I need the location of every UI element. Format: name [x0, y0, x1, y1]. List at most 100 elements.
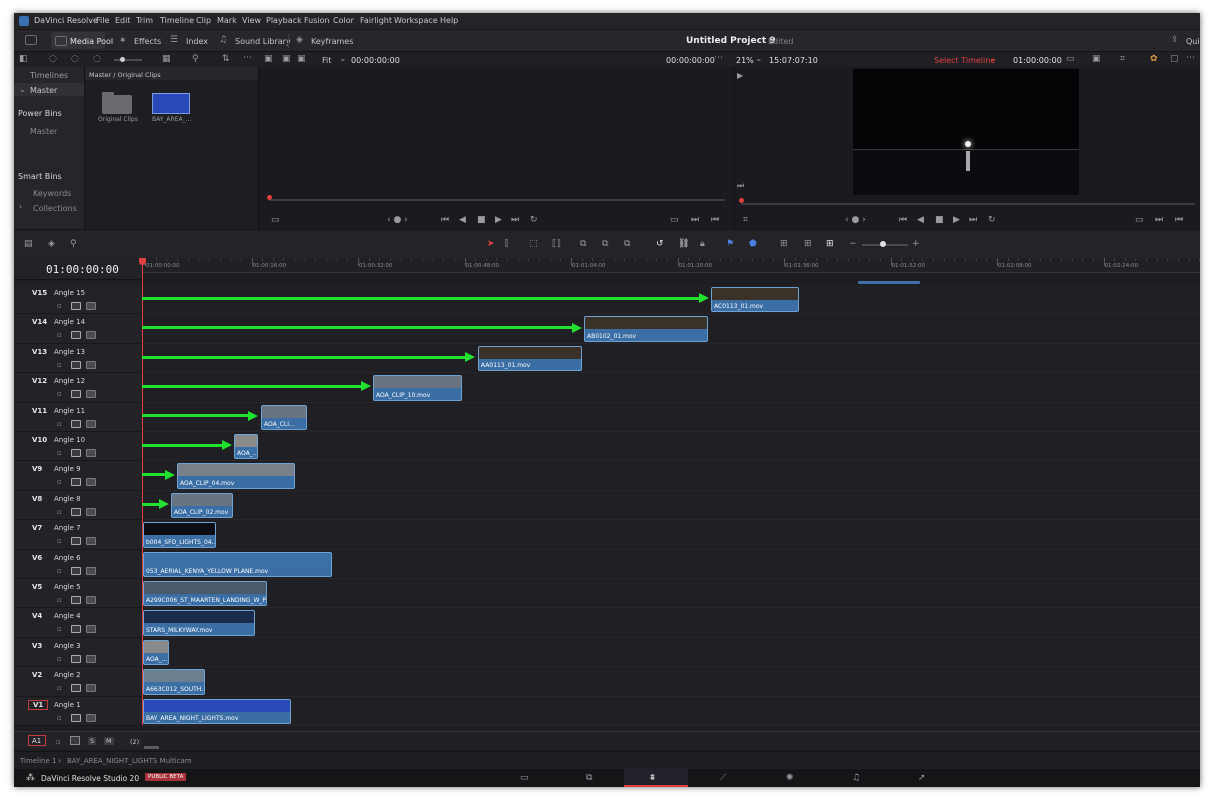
blade-tool-icon[interactable]: ⟦⟧: [552, 239, 561, 249]
timeline-jog-icon[interactable]: ‹ ● ›: [845, 215, 866, 225]
timeline-clip[interactable]: AA0113_01.mov: [478, 345, 582, 372]
timeline-clip[interactable]: AOA_CLIP_02.mov: [171, 492, 233, 519]
snapping-icon[interactable]: ↺: [656, 239, 664, 249]
clip-thumbnail[interactable]: [152, 93, 190, 114]
transform-icon[interactable]: ⌗: [1120, 54, 1125, 64]
track-id[interactable]: V13: [32, 348, 47, 356]
track-visibility-icon[interactable]: [86, 478, 96, 487]
track-visibility-icon[interactable]: [86, 302, 96, 310]
track-visibility-icon[interactable]: [86, 360, 96, 369]
audio-waveform-icon[interactable]: ◈: [48, 239, 55, 249]
track-name[interactable]: Angle 2: [54, 671, 81, 679]
lock-icon[interactable]: ▫: [57, 713, 62, 723]
viewer-side-end-icon[interactable]: ⏭: [737, 181, 744, 191]
track-visibility-icon[interactable]: [86, 684, 96, 693]
timeline-clip[interactable]: AOA_CLI...: [261, 404, 307, 430]
zoom-dropdown[interactable]: 21%: [736, 56, 754, 65]
lock-icon[interactable]: ▫: [57, 477, 62, 487]
lock-icon[interactable]: ▫: [57, 360, 62, 370]
track-name[interactable]: Angle 7: [54, 524, 81, 532]
trim-tool-icon[interactable]: ⫿: [505, 239, 508, 249]
page-fusion[interactable]: ⟋: [690, 769, 754, 787]
audio-mute-button[interactable]: M: [104, 737, 114, 745]
grid-view-icon[interactable]: ▦: [162, 54, 171, 64]
timeline-viewer-options-icon[interactable]: ⌗: [743, 215, 748, 225]
keyframes-tab[interactable]: Keyframes: [311, 37, 353, 46]
lock-icon[interactable]: ▫: [57, 448, 62, 458]
viewer-mode-icon[interactable]: ▣: [264, 54, 273, 64]
smart-bin-icon[interactable]: ◌: [93, 54, 101, 64]
viewer-mode3-icon[interactable]: ▣: [297, 54, 306, 64]
track-id[interactable]: V14: [32, 318, 47, 326]
timeline-go-end-icon[interactable]: ⏭: [969, 215, 977, 225]
auto-select-icon[interactable]: [71, 419, 81, 428]
fit-dropdown[interactable]: Fit: [322, 56, 331, 65]
select-timeline-dropdown[interactable]: Select Timeline: [934, 56, 995, 65]
page-media[interactable]: ▭: [492, 769, 556, 787]
source-stop-icon[interactable]: ■: [477, 215, 486, 225]
marker-icon[interactable]: ⬟: [749, 239, 757, 249]
auto-select-icon[interactable]: [71, 449, 81, 457]
track-name[interactable]: Angle 8: [54, 495, 81, 503]
track-visibility-icon[interactable]: [86, 566, 96, 575]
timeline-clip[interactable]: AC0113_01.mov: [711, 287, 799, 313]
menu-workspace[interactable]: Workspace: [394, 16, 438, 25]
color-icon[interactable]: ✿: [1150, 54, 1158, 64]
track-id[interactable]: V15: [32, 289, 47, 297]
more-options-icon[interactable]: ⋯: [243, 53, 252, 63]
dynamic-trim-icon[interactable]: ⬚: [529, 239, 538, 249]
timeline-mark-out-icon[interactable]: ⏭: [1155, 215, 1163, 225]
audio-lock-icon[interactable]: ▫: [56, 737, 61, 747]
timeline-stop-icon[interactable]: ■: [935, 215, 944, 225]
page-fairlight[interactable]: ♫: [822, 769, 886, 787]
track-name[interactable]: Angle 6: [54, 554, 81, 562]
timeline-view-options-icon[interactable]: ▤: [24, 239, 33, 249]
linked-selection-icon[interactable]: ⛓: [678, 239, 689, 249]
track-name[interactable]: Angle 11: [54, 407, 85, 415]
track-id[interactable]: V2: [32, 671, 42, 679]
source-go-start-icon[interactable]: ⏮: [441, 215, 449, 225]
timeline-clip[interactable]: A299C006_ST_MAARTEN_LANDING_W_P...: [143, 581, 267, 607]
power-bin-icon[interactable]: ◌: [71, 54, 79, 64]
track-name[interactable]: Angle 5: [54, 583, 81, 591]
timeline-match-frame-icon[interactable]: ▭: [1135, 215, 1144, 225]
horizontal-scrollbar[interactable]: [144, 746, 159, 749]
auto-select-icon[interactable]: [71, 713, 81, 722]
breadcrumb-timeline[interactable]: Timeline 1: [20, 757, 56, 765]
source-playhead-icon[interactable]: [267, 195, 272, 200]
search-icon[interactable]: ⚲: [192, 54, 199, 64]
insert-clip-icon[interactable]: ⧉: [580, 239, 586, 249]
timeline-playhead-icon[interactable]: [739, 198, 744, 203]
app-menu[interactable]: DaVinci Resolve: [34, 16, 98, 25]
bin-options-icon[interactable]: ◌: [49, 54, 57, 64]
viewer-mode2-icon[interactable]: ▣: [282, 54, 291, 64]
zoom-custom-icon[interactable]: ⊞: [826, 239, 834, 249]
audio-monitor-icon[interactable]: [70, 736, 80, 745]
page-edit[interactable]: ⩩: [624, 769, 688, 787]
lock-icon[interactable]: ▫: [57, 566, 62, 576]
source-play-icon[interactable]: ▶: [495, 215, 502, 225]
timeline-clip[interactable]: BAY_AREA_NIGHT_LIGHTS.mov: [143, 698, 291, 724]
bin-list-icon[interactable]: ◧: [19, 54, 28, 64]
track-name[interactable]: Angle 12: [54, 377, 85, 385]
menu-edit[interactable]: Edit: [115, 16, 131, 25]
overwrite-clip-icon[interactable]: ⧉: [602, 239, 608, 249]
lock-icon[interactable]: ▫: [57, 330, 62, 340]
replace-clip-icon[interactable]: ⧉: [624, 239, 630, 249]
zoom-detail-icon[interactable]: ⊞: [804, 239, 812, 249]
timeline-clip[interactable]: AOA_CLIP_04.mov: [177, 463, 295, 489]
lock-icon[interactable]: ▫: [57, 507, 62, 517]
menu-fusion[interactable]: Fusion: [304, 16, 330, 25]
timeline-clip[interactable]: STARS_MILKYWAY.mov: [143, 610, 255, 636]
timeline-reverse-icon[interactable]: ◀: [917, 215, 924, 225]
track-visibility-icon[interactable]: [86, 507, 96, 516]
timeline-go-start-icon[interactable]: ⏮: [899, 215, 907, 225]
lock-icon[interactable]: ▫: [57, 419, 62, 429]
track-name[interactable]: Angle 10: [54, 436, 85, 444]
page-color[interactable]: ✺: [756, 769, 820, 787]
timeline-clip[interactable]: AOA_...: [143, 639, 169, 666]
track-name[interactable]: Angle 14: [54, 318, 85, 326]
lock-icon[interactable]: ▫: [57, 536, 62, 546]
page-cut[interactable]: ⧉: [558, 769, 622, 787]
collections-bin[interactable]: Collections: [33, 204, 77, 213]
